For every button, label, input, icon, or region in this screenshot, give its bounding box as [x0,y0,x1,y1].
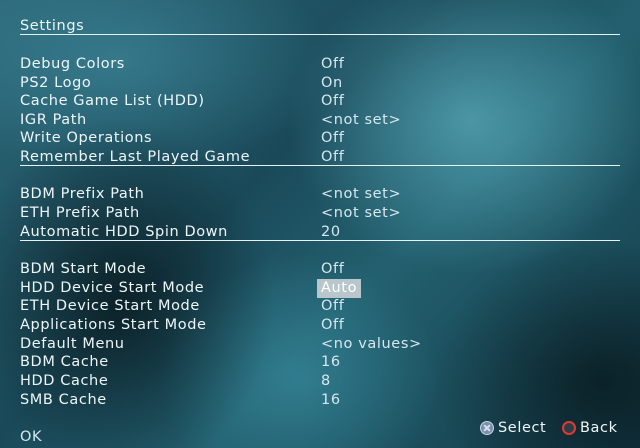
setting-row-smb-cache[interactable]: SMB Cache 16 [20,391,620,410]
setting-label: ETH Device Start Mode [20,298,200,314]
setting-label: Write Operations [20,130,153,146]
setting-row-debug-colors[interactable]: Debug Colors Off [20,55,620,74]
setting-row-default-menu[interactable]: Default Menu <no values> [20,335,620,354]
setting-label: IGR Path [20,112,87,128]
setting-value: <not set> [321,205,402,221]
setting-label: Debug Colors [20,56,125,72]
setting-row-eth-device-start-mode[interactable]: ETH Device Start Mode Off [20,297,620,316]
setting-value: Off [321,56,345,72]
setting-value-selected[interactable]: Auto [317,279,362,298]
cross-button-icon [480,421,494,435]
setting-value: Off [321,261,345,277]
setting-row-eth-prefix-path[interactable]: ETH Prefix Path <not set> [20,204,620,223]
setting-value: Off [321,317,345,333]
select-hint[interactable]: Select [480,418,546,438]
setting-value: <not set> [321,186,402,202]
setting-row-igr-path[interactable]: IGR Path <not set> [20,111,620,130]
setting-label: Default Menu [20,336,125,352]
setting-value: 8 [321,373,331,389]
setting-value: Off [321,130,345,146]
back-label: Back [580,420,618,436]
setting-label: BDM Cache [20,354,109,370]
setting-value: On [321,75,343,91]
setting-value: 16 [321,354,341,370]
setting-value: Off [321,298,345,314]
group-separator [20,165,620,166]
title-separator [20,34,620,35]
setting-label: HDD Device Start Mode [20,280,205,296]
setting-row-write-operations[interactable]: Write Operations Off [20,129,620,148]
back-hint[interactable]: Back [562,418,618,438]
setting-row-bdm-prefix-path[interactable]: BDM Prefix Path <not set> [20,185,620,204]
setting-value: Off [321,93,345,109]
setting-row-bdm-cache[interactable]: BDM Cache 16 [20,353,620,372]
group-separator [20,240,620,241]
setting-row-ps2-logo[interactable]: PS2 Logo On [20,74,620,93]
setting-label: ETH Prefix Path [20,205,140,221]
setting-value: <no values> [321,336,422,352]
circle-button-icon [562,421,576,435]
setting-row-bdm-start-mode[interactable]: BDM Start Mode Off [20,260,620,279]
setting-label: HDD Cache [20,373,109,389]
setting-label: SMB Cache [20,392,107,408]
setting-label: BDM Prefix Path [20,186,145,202]
setting-label: Applications Start Mode [20,317,207,333]
setting-value: 16 [321,392,341,408]
setting-label: PS2 Logo [20,75,92,91]
setting-row-applications-start-mode[interactable]: Applications Start Mode Off [20,316,620,335]
setting-label: Cache Game List (HDD) [20,93,205,109]
select-label: Select [498,420,547,436]
ok-button[interactable]: OK [20,428,42,447]
setting-row-cache-game-list[interactable]: Cache Game List (HDD) Off [20,92,620,111]
setting-label: BDM Start Mode [20,261,147,277]
setting-row-hdd-cache[interactable]: HDD Cache 8 [20,372,620,391]
setting-row-hdd-device-start-mode[interactable]: HDD Device Start Mode Auto [20,279,620,298]
setting-value: <not set> [321,112,402,128]
